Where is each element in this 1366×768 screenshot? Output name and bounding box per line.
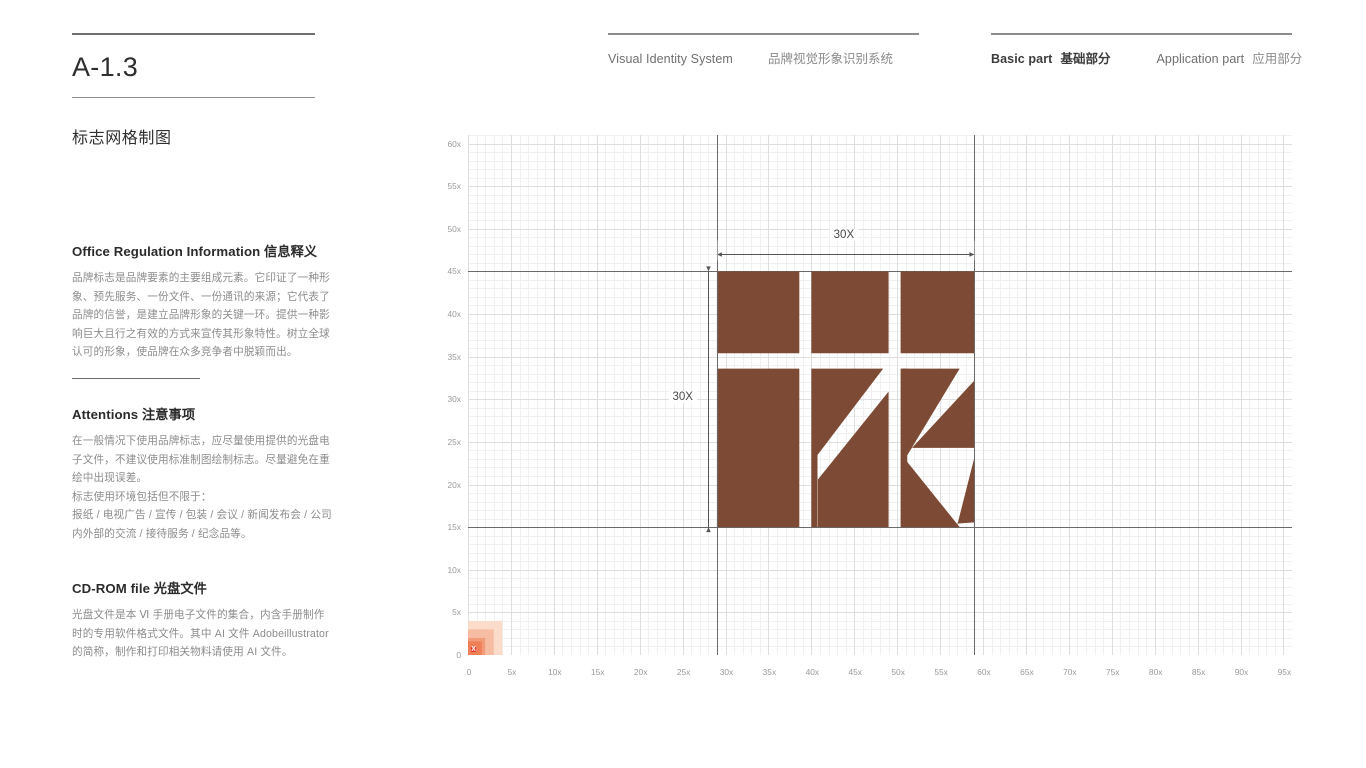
section-attentions-title: Attentions 注意事项 bbox=[72, 404, 334, 423]
y-axis-tick-label: 5x bbox=[452, 607, 461, 618]
x-axis-tick-label: 65x bbox=[1020, 667, 1034, 677]
dimension-label-horizontal: 30X bbox=[829, 228, 859, 241]
page-title: 标志网格制图 bbox=[72, 130, 172, 147]
x-axis-tick-label: 20x bbox=[633, 667, 648, 677]
section-cdrom-body: 光盘文件是本 Ⅵ 手册电子文件的集合，内含手册制作时的专用软件格式文件。其中 A… bbox=[72, 606, 334, 662]
y-axis-tick-label: 20x bbox=[447, 479, 461, 490]
heading-rule-bottom bbox=[72, 97, 315, 98]
section-office-title: Office Regulation Information 信息释义 bbox=[72, 241, 330, 260]
x-axis-tick-label: 50x bbox=[891, 667, 905, 677]
section-attentions-body: 在一般情况下使用品牌标志，应尽量使用提供的光盘电子文件，不建议使用标准制图绘制标… bbox=[72, 432, 334, 544]
x-axis-tick-label: 45x bbox=[848, 667, 862, 677]
y-axis-tick-label: 40x bbox=[447, 309, 461, 320]
x-axis-tick-label: 85x bbox=[1191, 667, 1206, 677]
y-axis-tick-label: 35x bbox=[447, 351, 461, 362]
dimension-label-vertical: 30X bbox=[668, 391, 697, 404]
section-cdrom-title-en: CD-ROM file bbox=[72, 581, 151, 596]
nav-basic-part-cn: 基础部分 bbox=[1060, 52, 1111, 66]
y-axis-tick-label: 15x bbox=[447, 522, 461, 533]
x-axis-tick-label: 75x bbox=[1105, 667, 1120, 677]
x-axis-tick-label: 10x bbox=[548, 667, 562, 677]
logo-grid-diagram: X 30X 30X 0 5x 10x 15x 20x 25x 30x 35x 40x 45x 50x 55x… bbox=[447, 135, 1292, 677]
x-axis-tick-label: 90x bbox=[1234, 667, 1249, 677]
header-right-group: Basic part 基础部分 Application part 应用部分 bbox=[991, 33, 1302, 67]
nav-basic-part-en: Basic part bbox=[991, 52, 1053, 66]
section-office-paragraph: 品牌标志是品牌要素的主要组成元素。它印证了一种形象、预先服务、一份文件、一份通讯… bbox=[72, 272, 330, 359]
x-axis-tick-label: 15x bbox=[590, 667, 605, 677]
nav-application-part[interactable]: Application part 应用部分 bbox=[1156, 48, 1302, 67]
nav-application-part-en: Application part bbox=[1156, 52, 1245, 66]
section-office-title-cn: 信息释义 bbox=[264, 244, 318, 259]
vi-manual-page: Visual Identity System 品牌视觉形象识别系统 Basic … bbox=[0, 0, 1366, 768]
section-office-regulation: Office Regulation Information 信息释义 品牌标志是… bbox=[72, 241, 330, 362]
heading-rule-top bbox=[72, 33, 315, 35]
section-cdrom-paragraph: 光盘文件是本 Ⅵ 手册电子文件的集合，内含手册制作时的专用软件格式文件。其中 A… bbox=[72, 609, 329, 659]
section-attentions: Attentions 注意事项 在一般情况下使用品牌标志，应尽量使用提供的光盘电… bbox=[72, 404, 334, 544]
x-axis-tick-label: 30x bbox=[719, 667, 734, 677]
x-axis-tick-label: 5x bbox=[507, 667, 517, 677]
section-office-body: 品牌标志是品牌要素的主要组成元素。它印证了一种形象、预先服务、一份文件、一份通讯… bbox=[72, 269, 330, 362]
x-axis-tick-label: 40x bbox=[805, 667, 820, 677]
grid-canvas bbox=[468, 135, 1292, 655]
x-axis-tick-label: 0 bbox=[466, 667, 472, 677]
y-axis-tick-label: 10x bbox=[447, 564, 461, 575]
x-axis-tick-label: 35x bbox=[762, 667, 777, 677]
section-attentions-paragraph-3: 报纸 / 电视广告 / 宣传 / 包装 / 会议 / 新闻发布会 / 公司内外部… bbox=[72, 509, 332, 540]
nav-application-part-cn: 应用部分 bbox=[1252, 52, 1303, 66]
x-axis-tick-label: 25x bbox=[676, 667, 691, 677]
section-attentions-title-en: Attentions bbox=[72, 407, 139, 422]
x-axis-tick-label: 80x bbox=[1148, 667, 1163, 677]
x-axis-tick-label: 70x bbox=[1063, 667, 1077, 677]
page-heading-block: A-1.3 标志网格制图 bbox=[72, 33, 330, 148]
header-left-group: Visual Identity System 品牌视觉形象识别系统 bbox=[608, 33, 919, 67]
y-axis-tick-label: 0 bbox=[456, 650, 461, 660]
y-axis-tick-label: 50x bbox=[447, 223, 461, 234]
y-axis-tick-label: 30x bbox=[447, 394, 461, 405]
page-code: A-1.3 bbox=[72, 52, 139, 82]
section-cdrom: CD-ROM file 光盘文件 光盘文件是本 Ⅵ 手册电子文件的集合，内含手册… bbox=[72, 578, 334, 662]
section-cdrom-title-cn: 光盘文件 bbox=[153, 581, 207, 596]
header-system-en: Visual Identity System bbox=[608, 52, 733, 66]
x-axis-tick-label: 95x bbox=[1277, 667, 1292, 677]
section-divider bbox=[72, 378, 200, 379]
header-system-cn: 品牌视觉形象识别系统 bbox=[767, 52, 893, 66]
section-office-title-en: Office Regulation Information bbox=[72, 244, 261, 259]
section-cdrom-title: CD-ROM file 光盘文件 bbox=[72, 578, 334, 597]
y-axis-tick-label: 55x bbox=[447, 181, 461, 192]
section-attentions-paragraph-1: 在一般情况下使用品牌标志，应尽量使用提供的光盘电子文件，不建议使用标准制图绘制标… bbox=[72, 435, 330, 485]
y-axis-tick-label: 45x bbox=[447, 266, 461, 277]
unit-x-badge: X bbox=[471, 646, 477, 654]
x-axis-tick-label: 60x bbox=[977, 667, 991, 677]
y-axis-tick-label: 25x bbox=[447, 436, 461, 447]
x-axis-tick-label: 55x bbox=[934, 667, 948, 677]
nav-basic-part[interactable]: Basic part 基础部分 bbox=[991, 48, 1110, 67]
section-attentions-title-cn: 注意事项 bbox=[141, 407, 196, 422]
y-axis-tick-label: 60x bbox=[447, 138, 461, 149]
section-attentions-paragraph-2: 标志使用环境包括但不限于： bbox=[72, 490, 212, 503]
